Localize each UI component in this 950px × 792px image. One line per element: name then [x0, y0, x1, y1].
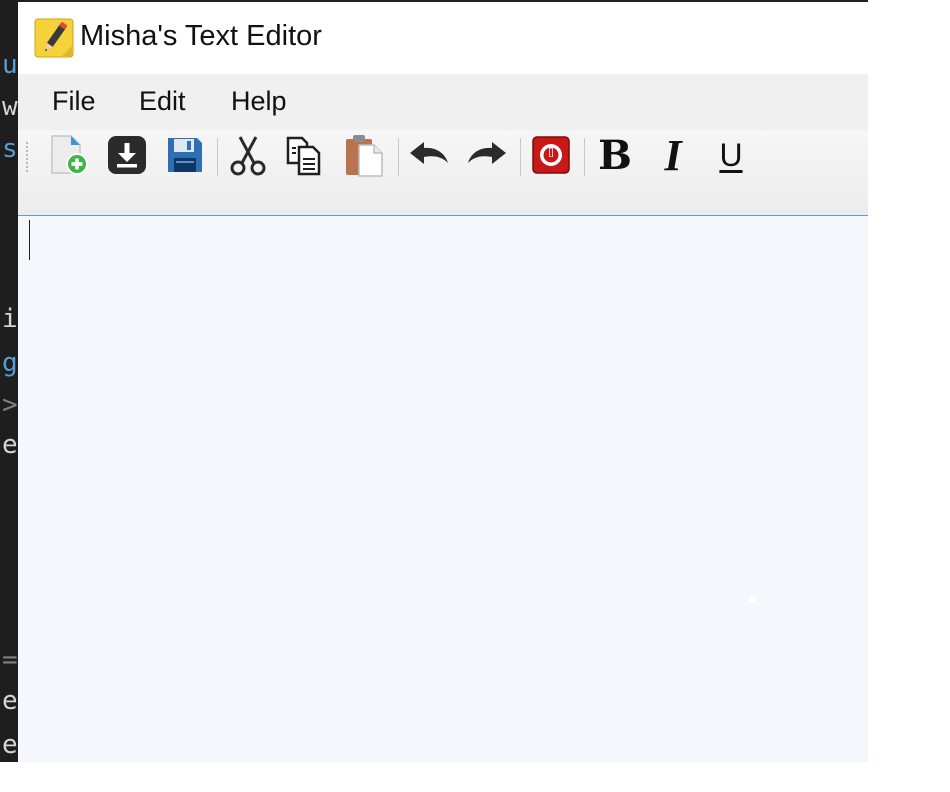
code-char: e: [2, 686, 18, 716]
bold-button[interactable]: B: [592, 132, 638, 179]
download-icon: [106, 134, 148, 176]
redo-button[interactable]: [464, 132, 510, 178]
notepad-pencil-icon: [34, 18, 74, 58]
undo-arrow-icon: [407, 133, 451, 177]
window-title: Misha's Text Editor: [80, 20, 322, 52]
code-char: u: [2, 50, 18, 80]
redo-arrow-icon: [465, 133, 509, 177]
code-char: w: [2, 92, 18, 122]
undo-button[interactable]: [406, 132, 452, 178]
toolbar-separator: [520, 138, 521, 176]
new-button[interactable]: [46, 132, 92, 178]
toolbar-separator: [217, 138, 218, 176]
code-char: g: [2, 348, 18, 378]
open-button[interactable]: [104, 132, 150, 178]
menu-bar: File Edit Help: [18, 74, 868, 130]
text-area[interactable]: [18, 216, 868, 762]
clipboard-icon: [342, 133, 386, 177]
toolbar-grip[interactable]: [26, 142, 31, 172]
code-char: s: [2, 134, 18, 164]
scissors-icon: [226, 133, 270, 177]
save-button[interactable]: [162, 132, 208, 178]
italic-button[interactable]: I: [650, 131, 696, 180]
code-char: e: [2, 730, 18, 760]
text-editor-window: Misha's Text Editor File Edit Help B I U: [18, 0, 868, 762]
copy-button[interactable]: [283, 132, 329, 178]
background-code-editor: u w s i g > e = e e: [0, 0, 18, 762]
code-char: e: [2, 430, 18, 460]
paste-button[interactable]: [341, 132, 387, 178]
power-icon: [532, 136, 570, 174]
new-document-icon: [47, 133, 91, 177]
title-bar[interactable]: Misha's Text Editor: [18, 2, 868, 74]
toolbar-separator: [584, 138, 585, 176]
code-char: >: [2, 390, 18, 420]
exit-button[interactable]: [528, 132, 574, 178]
menu-edit[interactable]: Edit: [139, 86, 186, 117]
underline-button[interactable]: U: [708, 132, 754, 178]
toolbar-separator: [398, 138, 399, 176]
cut-button[interactable]: [225, 132, 271, 178]
menu-file[interactable]: File: [52, 86, 96, 117]
code-char: =: [2, 645, 18, 675]
menu-help[interactable]: Help: [231, 86, 287, 117]
floppy-disk-icon: [166, 136, 204, 174]
toolbar: B I U: [18, 130, 868, 216]
code-char: i: [2, 304, 18, 334]
copy-icon: [284, 133, 328, 177]
